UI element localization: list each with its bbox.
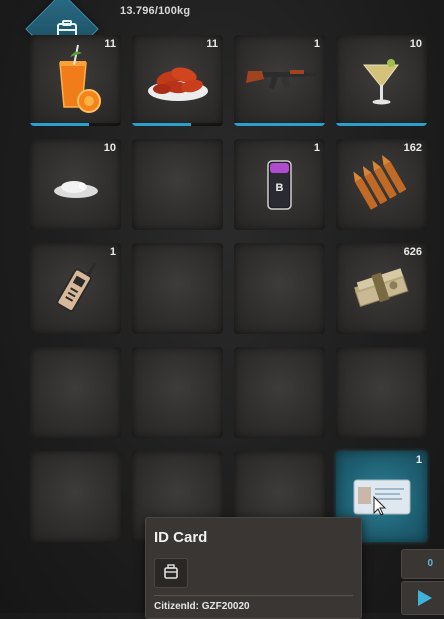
item-count: 10 — [103, 142, 116, 154]
inventory-slot-empty[interactable] — [30, 347, 121, 438]
id-card-small-icon — [154, 558, 188, 588]
inventory-slot-empty[interactable] — [132, 347, 223, 438]
item-tooltip: ID Card CitizenId: GZF20020 — [145, 517, 362, 619]
svg-text:B: B — [276, 182, 284, 194]
tooltip-title: ID Card — [154, 529, 208, 546]
item-count: 11 — [104, 38, 116, 50]
inventory-slot-radio[interactable]: 1 — [30, 243, 121, 334]
inventory-slot-cocktail[interactable]: 10 — [336, 35, 427, 126]
inventory-slot-powder-pile[interactable]: 10 — [30, 139, 121, 230]
play-arrow-icon — [418, 590, 432, 606]
inventory-slot-chicken-wings[interactable]: 11 — [132, 35, 223, 126]
side-value-button[interactable]: 0 — [401, 549, 444, 579]
inventory-slot-empty[interactable] — [132, 139, 223, 230]
item-count: 1 — [109, 246, 116, 258]
inventory-slot-orange-juice[interactable]: 11 — [30, 35, 121, 126]
assault-rifle-icon — [234, 35, 325, 126]
inventory-slot-empty[interactable] — [234, 347, 325, 438]
item-count: 1 — [313, 38, 320, 50]
side-value: 0 — [427, 558, 433, 569]
item-count: 10 — [409, 38, 422, 50]
inventory-slot-empty[interactable] — [336, 347, 427, 438]
inventory-slot-empty[interactable] — [30, 451, 121, 542]
item-count: 1 — [415, 454, 422, 466]
inventory-slot-assault-rifle[interactable]: 1 — [234, 35, 325, 126]
tooltip-citizen-id: CitizenId: GZF20020 — [154, 601, 250, 612]
play-button[interactable] — [401, 581, 444, 615]
item-count: 1 — [313, 142, 320, 154]
durability-bar — [132, 123, 192, 126]
inventory-weight: 13.796/100kg — [120, 5, 191, 17]
inventory-slot-smartphone[interactable]: B 1 — [234, 139, 325, 230]
inventory-slot-cash-stack[interactable]: 626 — [336, 243, 427, 334]
inventory-slot-empty[interactable] — [132, 243, 223, 334]
inventory-slot-empty[interactable] — [234, 243, 325, 334]
item-count: 11 — [206, 38, 218, 50]
tooltip-divider — [154, 595, 353, 596]
inventory-slot-ammo-rounds[interactable]: 162 — [336, 139, 427, 230]
durability-bar — [336, 123, 427, 126]
radio-icon — [30, 243, 121, 334]
durability-bar — [234, 123, 325, 126]
item-count: 162 — [403, 142, 422, 154]
item-count: 626 — [403, 246, 422, 258]
durability-bar — [30, 123, 90, 126]
smartphone-icon: B — [234, 139, 325, 230]
